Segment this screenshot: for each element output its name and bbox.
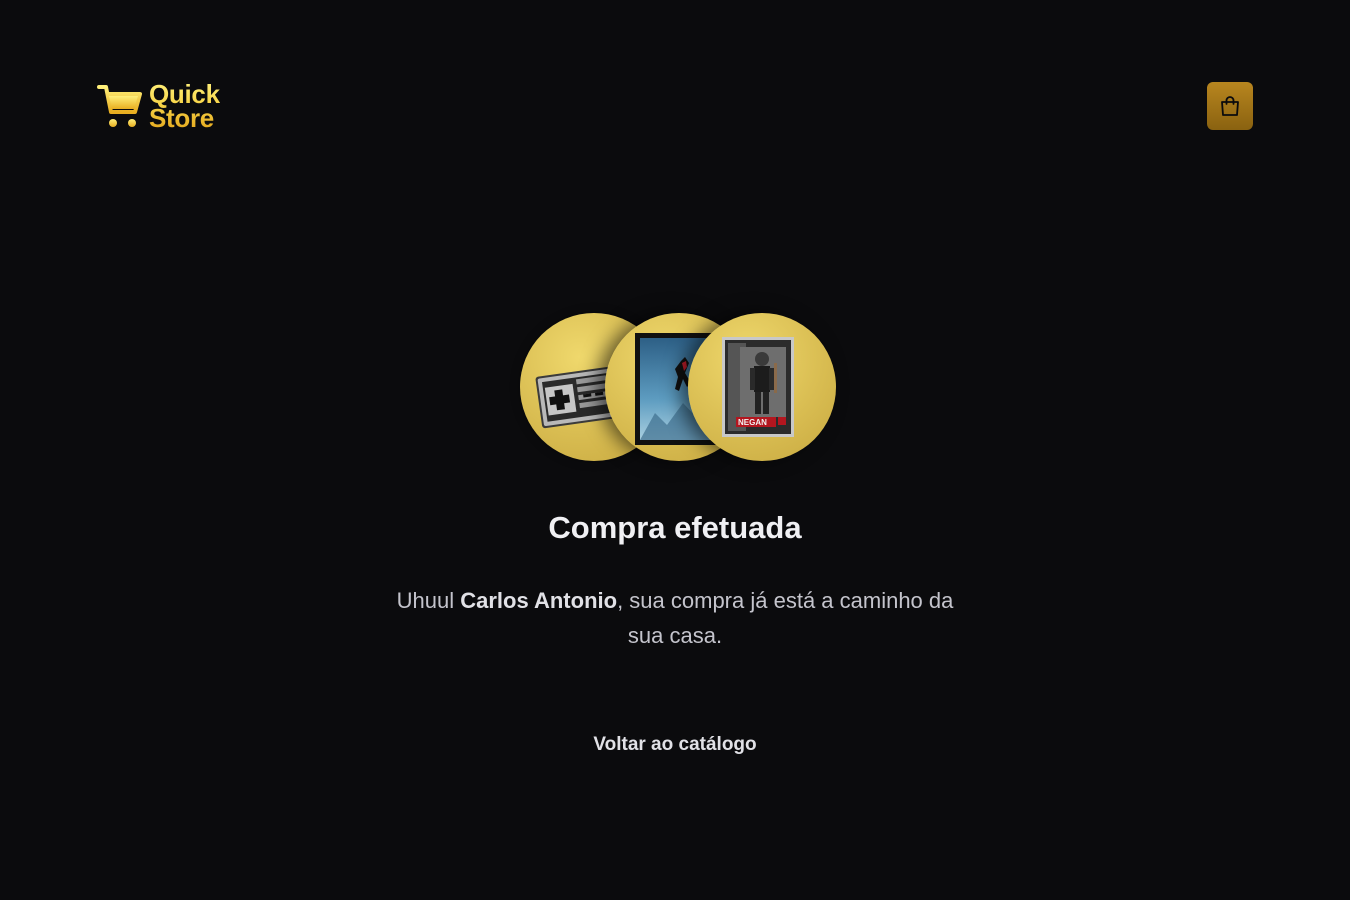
logo-link[interactable]: Quick Store xyxy=(97,82,220,130)
page-title: Compra efetuada xyxy=(548,510,802,545)
header: Quick Store xyxy=(97,78,1253,134)
success-message: Uhuul Carlos Antonio, sua compra já está… xyxy=(395,583,955,653)
message-suffix: , sua compra já está a caminho da sua ca… xyxy=(617,588,954,648)
shopping-cart-icon xyxy=(97,85,142,127)
message-prefix: Uhuul xyxy=(396,588,461,613)
product-circle-figure: NEGAN xyxy=(688,313,836,461)
purchased-products: NEGAN xyxy=(520,313,836,463)
customer-name: Carlos Antonio xyxy=(460,588,618,613)
action-figure-box-image: NEGAN xyxy=(722,337,794,437)
back-to-catalog-link[interactable]: Voltar ao catálogo xyxy=(0,734,1350,756)
cart-button[interactable] xyxy=(1207,82,1253,130)
shopping-bag-icon xyxy=(1221,96,1239,116)
logo-text: Quick Store xyxy=(149,82,220,130)
figure-box-text: NEGAN xyxy=(738,418,767,427)
purchase-success-page: Quick Store NEGAN Compra efetuada Uhuul … xyxy=(0,0,1350,900)
logo-line-2: Store xyxy=(149,103,214,133)
